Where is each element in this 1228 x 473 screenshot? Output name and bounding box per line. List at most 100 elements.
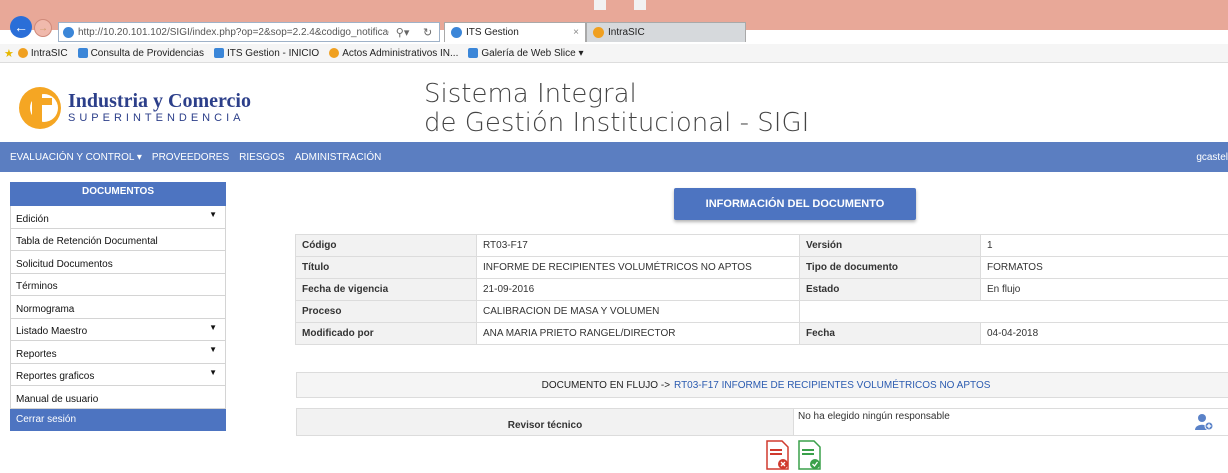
value-tipo-documento: FORMATOS (981, 257, 1228, 279)
nav-administracion[interactable]: ADMINISTRACIÓN (291, 152, 388, 163)
favorites-bar: ★ IntraSIC Consulta de Providencias ITS … (0, 44, 1228, 63)
favorite-consulta-providencias[interactable]: Consulta de Providencias (78, 48, 204, 59)
label-tipo-documento: Tipo de documento (800, 257, 981, 279)
tab-its-gestion[interactable]: ITS Gestion × (444, 22, 586, 42)
label-fecha: Fecha (800, 323, 981, 345)
refresh-icon[interactable]: ↻ (423, 26, 432, 39)
titlebar-decoration (634, 0, 646, 10)
intrasic-icon (18, 48, 28, 58)
sidebar-item-edicion[interactable]: Edición ▼ (10, 206, 226, 229)
value-proceso: CALIBRACION DE MASA Y VOLUMEN (477, 301, 800, 323)
document-actions (766, 440, 830, 473)
favorite-actos-administrativos[interactable]: Actos Administrativos IN... (329, 48, 458, 59)
value-codigo: RT03-F17 (477, 235, 800, 257)
logout-button[interactable]: Cerrar sesión (10, 409, 226, 432)
label-proceso: Proceso (296, 301, 477, 323)
reviewer-value: No ha elegido ningún responsable (798, 411, 950, 422)
favorite-label: Actos Administrativos IN... (342, 48, 458, 59)
table-row: Modificado por ANA MARIA PRIETO RANGEL/D… (296, 323, 1228, 345)
sidebar-item-terminos[interactable]: Términos (10, 274, 226, 297)
caret-down-icon: ▼ (209, 345, 217, 354)
back-button[interactable]: ← (10, 16, 32, 38)
site-title: Sistema Integral de Gestión Instituciona… (424, 80, 809, 138)
ie-tab-icon (451, 27, 462, 38)
empty-cell (800, 301, 1228, 323)
flow-document-link[interactable]: RT03-F17 INFORME DE RECIPIENTES VOLUMÉTR… (674, 380, 990, 391)
main-navbar: EVALUACIÓN Y CONTROL ▾ PROVEEDORES RIESG… (0, 142, 1228, 172)
logo-title: Industria y Comercio (68, 91, 251, 111)
sidebar-item-label: Normograma (16, 304, 74, 315)
sic-icon (329, 48, 339, 58)
page-icon (214, 48, 224, 58)
address-bar[interactable]: http://10.20.101.102/SIGI/index.php?op=2… (58, 22, 440, 42)
sidebar-item-solicitud-documentos[interactable]: Solicitud Documentos (10, 251, 226, 274)
sidebar-item-tabla-retencion[interactable]: Tabla de Retención Documental (10, 229, 226, 252)
sidebar-item-normograma[interactable]: Normograma (10, 296, 226, 319)
label-estado: Estado (800, 279, 981, 301)
reviewer-label: Revisor técnico (296, 408, 794, 436)
sidebar-item-label: Manual de usuario (16, 394, 98, 405)
reject-document-icon[interactable] (766, 440, 790, 473)
sidebar-item-label: Edición (16, 214, 49, 225)
forward-button[interactable]: → (34, 19, 52, 37)
site-title-line1: Sistema Integral (424, 80, 809, 109)
document-info-button[interactable]: INFORMACIÓN DEL DOCUMENTO (674, 188, 916, 220)
tab-label: IntraSIC (608, 27, 645, 38)
sidebar-item-label: Términos (16, 281, 58, 292)
favorite-label: Consulta de Providencias (91, 48, 204, 59)
sidebar: DOCUMENTOS Edición ▼ Tabla de Retención D… (10, 182, 226, 431)
sidebar-item-label: Reportes (16, 349, 57, 360)
approve-document-icon[interactable] (798, 440, 822, 473)
site-title-line2: de Gestión Institucional - SIGI (424, 109, 809, 138)
table-row: Proceso CALIBRACION DE MASA Y VOLUMEN (296, 301, 1228, 323)
document-info-table: Código RT03-F17 Versión 1 Título INFORME… (295, 234, 1228, 345)
sidebar-item-label: Listado Maestro (16, 326, 87, 337)
value-fecha: 04-04-2018 (981, 323, 1228, 345)
page-icon (468, 48, 478, 58)
value-titulo: INFORME DE RECIPIENTES VOLUMÉTRICOS NO A… (477, 257, 800, 279)
sidebar-item-manual-usuario[interactable]: Manual de usuario (10, 386, 226, 409)
sidebar-title: DOCUMENTOS (10, 182, 226, 206)
nav-evaluacion-control[interactable]: EVALUACIÓN Y CONTROL ▾ (0, 152, 148, 163)
intrasic-tab-icon (593, 27, 604, 38)
sidebar-item-reportes-graficos[interactable]: Reportes graficos▼ (10, 364, 226, 387)
table-row: Código RT03-F17 Versión 1 (296, 235, 1228, 257)
favorite-label: IntraSIC (31, 48, 68, 59)
sic-logo-icon (18, 84, 62, 132)
favorite-label: Galería de Web Slice ▾ (481, 48, 583, 59)
favorite-intrasic[interactable]: IntraSIC (18, 48, 68, 59)
search-icon[interactable]: ⚲▾ (396, 26, 410, 39)
caret-down-icon: ▼ (209, 368, 217, 377)
caret-down-icon: ▼ (209, 210, 217, 219)
logo-subtitle: SUPERINTENDENCIA (68, 111, 251, 125)
sidebar-item-label: Tabla de Retención Documental (16, 236, 158, 247)
add-user-icon[interactable] (1195, 413, 1213, 431)
value-modificado-por: ANA MARIA PRIETO RANGEL/DIRECTOR (477, 323, 800, 345)
tab-intrasic[interactable]: IntraSIC (586, 22, 746, 42)
favorite-web-slice[interactable]: Galería de Web Slice ▾ (468, 48, 583, 59)
label-fecha-vigencia: Fecha de vigencia (296, 279, 477, 301)
reviewer-row: Revisor técnico No ha elegido ningún res… (296, 408, 1228, 436)
logout-label: Cerrar sesión (16, 414, 76, 425)
user-name[interactable]: gcastel (1186, 152, 1228, 163)
value-fecha-vigencia: 21-09-2016 (477, 279, 800, 301)
reviewer-value-cell: No ha elegido ningún responsable (794, 408, 1228, 436)
nav-riesgos[interactable]: RIESGOS (235, 152, 291, 163)
nav-proveedores[interactable]: PROVEEDORES (148, 152, 235, 163)
label-titulo: Título (296, 257, 477, 279)
sic-logo[interactable]: Industria y Comercio SUPERINTENDENCIA (18, 84, 251, 132)
table-row: Fecha de vigencia 21-09-2016 Estado En f… (296, 279, 1228, 301)
value-version: 1 (981, 235, 1228, 257)
sidebar-item-label: Solicitud Documentos (16, 259, 113, 270)
url-text[interactable]: http://10.20.101.102/SIGI/index.php?op=2… (74, 27, 389, 38)
titlebar-decoration (594, 0, 606, 10)
favorites-star-icon[interactable]: ★ (4, 47, 14, 60)
favorite-its-gestion[interactable]: ITS Gestion - INICIO (214, 48, 319, 59)
label-version: Versión (800, 235, 981, 257)
document-flow-bar: DOCUMENTO EN FLUJO -> RT03-F17 INFORME D… (296, 372, 1228, 398)
sidebar-item-listado-maestro[interactable]: Listado Maestro▼ (10, 319, 226, 342)
sidebar-item-reportes[interactable]: Reportes ▼ (10, 341, 226, 364)
flow-prefix: DOCUMENTO EN FLUJO -> (542, 380, 670, 391)
label-modificado-por: Modificado por (296, 323, 477, 345)
close-tab-icon[interactable]: × (573, 27, 579, 38)
